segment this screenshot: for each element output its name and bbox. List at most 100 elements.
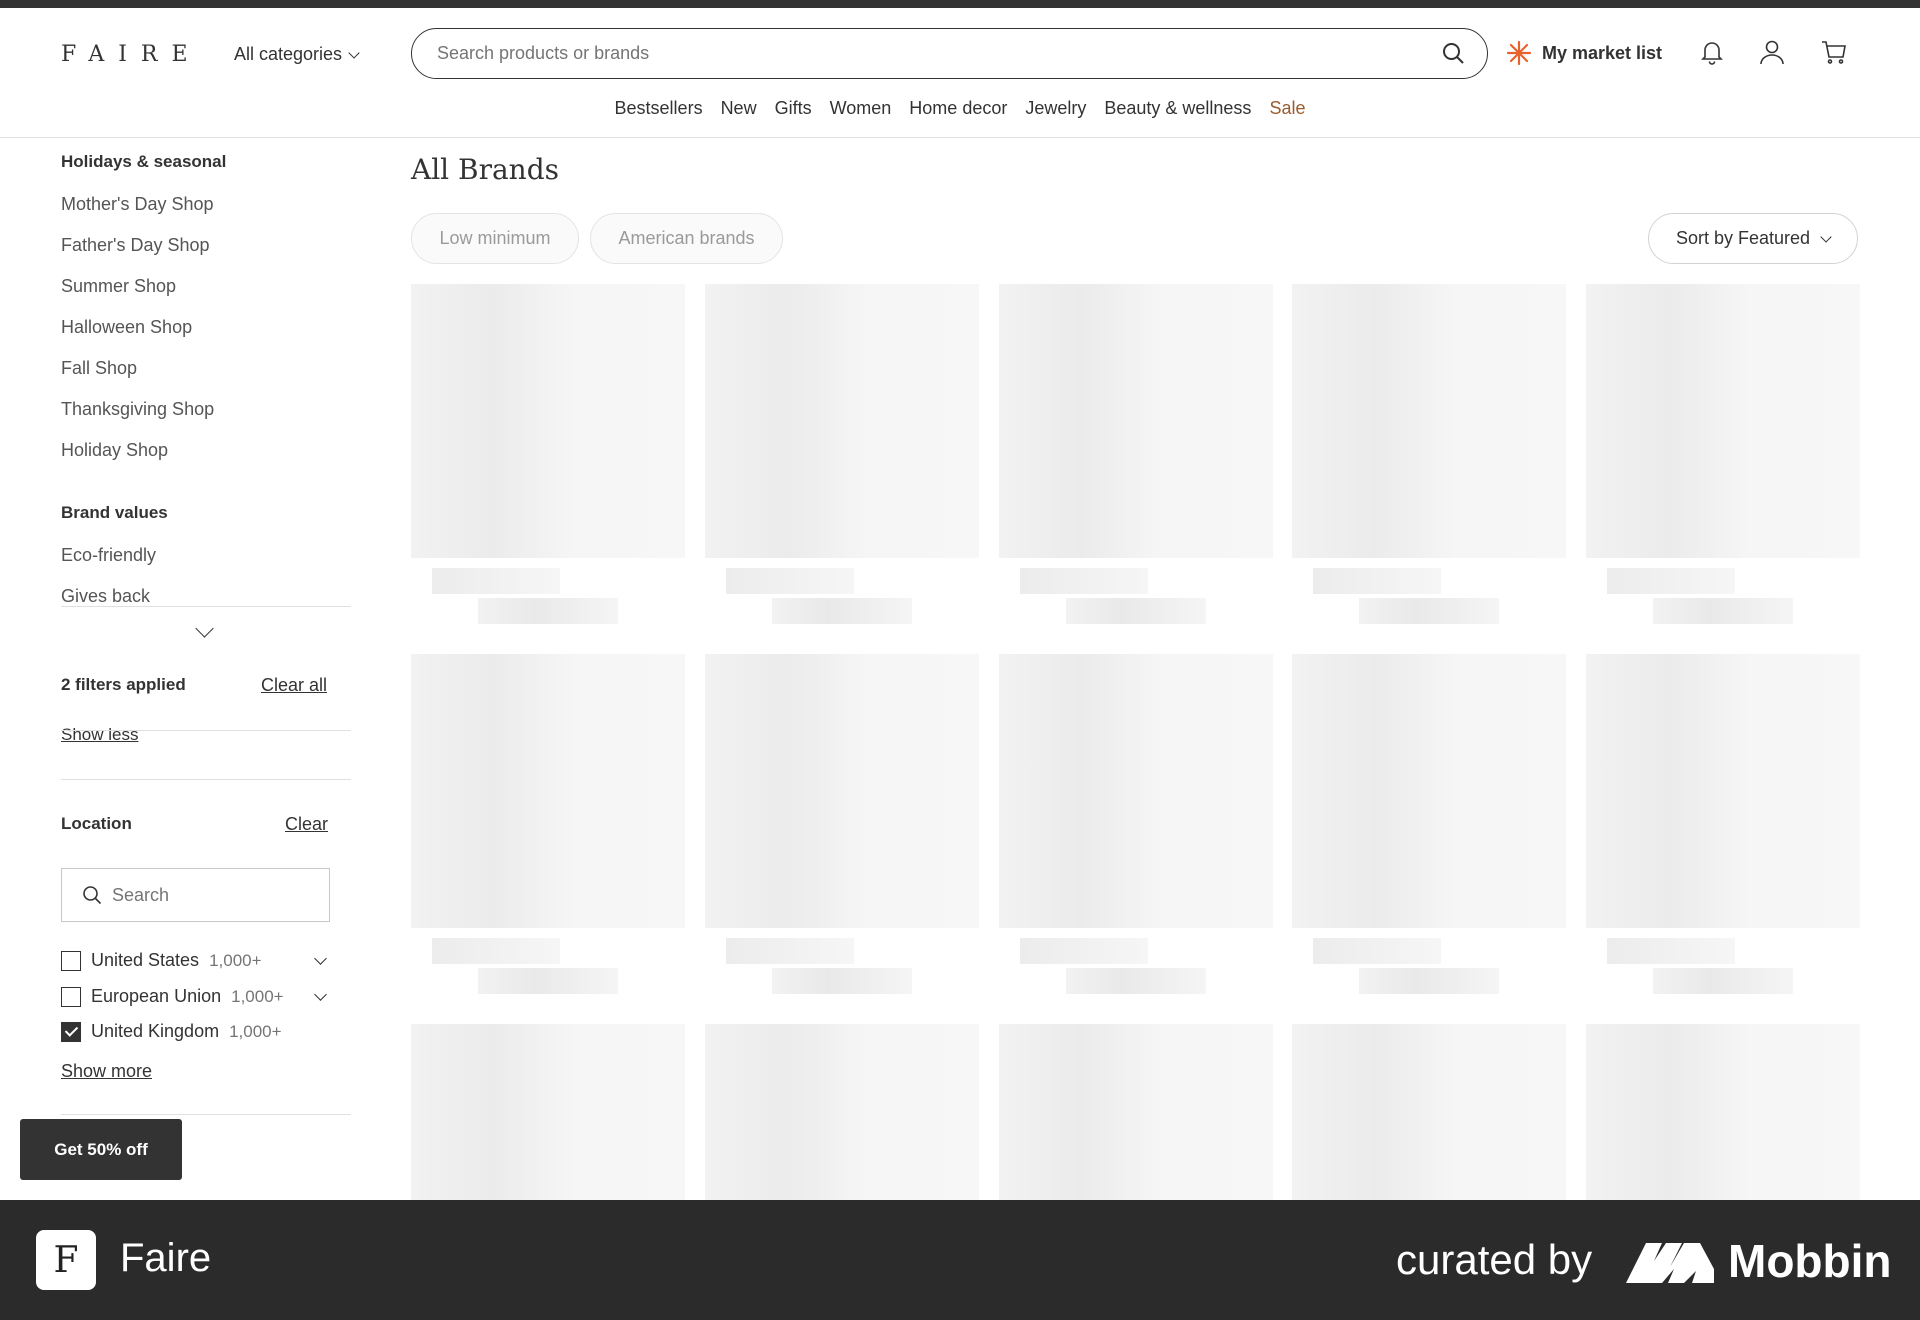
bell-icon[interactable] <box>1698 38 1726 66</box>
skeleton-line <box>478 598 618 624</box>
brand-card-skeleton <box>999 284 1273 558</box>
skeleton-line <box>772 968 912 994</box>
location-name: European Union <box>91 986 222 1006</box>
location-count: 1,000+ <box>229 1021 282 1041</box>
filters-applied-label: 2 filters applied <box>61 675 186 694</box>
skeleton-line <box>432 938 560 964</box>
app-name: Faire <box>120 1236 212 1280</box>
filter-holiday[interactable]: Holiday Shop <box>61 440 168 461</box>
filter-thanksgiving[interactable]: Thanksgiving Shop <box>61 399 214 420</box>
filter-gives-back[interactable]: Gives back <box>61 586 150 607</box>
brand-card-skeleton <box>1292 654 1566 928</box>
location-count: 1,000+ <box>209 950 262 970</box>
brand-card-skeleton <box>1292 284 1566 558</box>
skeleton-line <box>772 598 912 624</box>
skeleton-line <box>1607 568 1735 594</box>
brand-card-skeleton <box>1586 284 1860 558</box>
nav-gifts[interactable]: Gifts <box>775 98 812 119</box>
clear-all-link[interactable]: Clear all <box>261 675 327 696</box>
top-dark-bar <box>0 0 1920 8</box>
filter-summer[interactable]: Summer Shop <box>61 276 176 297</box>
brand-card-skeleton <box>999 654 1273 928</box>
divider <box>61 1114 351 1115</box>
all-categories-dropdown[interactable]: All categories <box>234 44 360 65</box>
skeleton-line <box>1066 598 1206 624</box>
nav-jewelry[interactable]: Jewelry <box>1025 98 1086 119</box>
skeleton-line <box>1313 938 1441 964</box>
checkbox[interactable] <box>61 950 81 971</box>
location-clear-link[interactable]: Clear <box>285 814 328 835</box>
nav-beauty-wellness[interactable]: Beauty & wellness <box>1104 98 1251 119</box>
promo-button[interactable]: Get 50% off <box>20 1119 182 1180</box>
checkbox[interactable] <box>61 986 81 1007</box>
all-categories-label: All categories <box>234 44 343 64</box>
skeleton-line <box>1653 968 1793 994</box>
location-title: Location <box>61 814 132 833</box>
skeleton-line <box>1020 568 1148 594</box>
brand-card-skeleton <box>705 654 979 928</box>
holidays-title: Holidays & seasonal <box>61 152 227 171</box>
nav-new[interactable]: New <box>721 98 757 119</box>
mobbin-brand: Mobbin <box>1626 1234 1892 1288</box>
chevron-down-icon[interactable] <box>314 988 327 1001</box>
faire-logo[interactable]: FAIRE <box>61 42 202 67</box>
nav-bestsellers[interactable]: Bestsellers <box>615 98 703 119</box>
account-icon[interactable] <box>1758 38 1786 66</box>
brand-card-skeleton <box>1292 1024 1566 1200</box>
location-name: United States <box>91 950 200 970</box>
brand-card-skeleton <box>411 1024 685 1200</box>
brand-card-skeleton <box>411 284 685 558</box>
chip-low-minimum[interactable]: Low minimum <box>411 213 579 264</box>
sort-label: Sort by Featured <box>1675 228 1811 248</box>
chevron-down-icon[interactable] <box>314 952 327 965</box>
chevron-down-icon[interactable] <box>195 619 214 638</box>
filter-fathers-day[interactable]: Father's Day Shop <box>61 235 210 256</box>
market-list-label: My market list <box>1542 42 1663 63</box>
nav-home-decor[interactable]: Home decor <box>909 98 1007 119</box>
header: FAIRE All categories My market list Best… <box>0 8 1920 138</box>
mobbin-name: Mobbin <box>1728 1235 1892 1287</box>
skeleton-line <box>726 568 854 594</box>
skeleton-line <box>478 968 618 994</box>
divider <box>61 606 351 607</box>
nav-women[interactable]: Women <box>830 98 892 119</box>
skeleton-line <box>1359 598 1499 624</box>
show-more-link[interactable]: Show more <box>61 1061 152 1082</box>
location-option-european-union[interactable]: European Union 1,000+ <box>61 986 284 1007</box>
market-list-button[interactable]: My market list <box>1506 40 1662 66</box>
location-option-united-kingdom[interactable]: United Kingdom 1,000+ <box>61 1021 282 1042</box>
skeleton-line <box>1653 598 1793 624</box>
sort-dropdown[interactable]: Sort by Featured <box>1648 213 1858 264</box>
mobbin-logo-icon <box>1626 1243 1714 1283</box>
brand-card-skeleton <box>705 284 979 558</box>
brand-card-skeleton <box>1586 654 1860 928</box>
location-count: 1,000+ <box>231 986 284 1006</box>
chip-american-brands[interactable]: American brands <box>590 213 783 264</box>
location-option-united-states[interactable]: United States 1,000+ <box>61 950 262 971</box>
skeleton-line <box>432 568 560 594</box>
chevron-down-icon <box>1820 230 1832 243</box>
show-less-link[interactable]: Show less <box>61 725 138 745</box>
skeleton-line <box>1607 938 1735 964</box>
location-search-input[interactable] <box>112 884 312 906</box>
skeleton-line <box>726 938 854 964</box>
location-name: United Kingdom <box>91 1021 220 1041</box>
cart-icon[interactable] <box>1820 38 1848 66</box>
filter-eco-friendly[interactable]: Eco-friendly <box>61 545 156 566</box>
skeleton-line <box>1066 968 1206 994</box>
search-bar <box>411 28 1488 79</box>
search-icon <box>83 886 102 905</box>
nav-sale[interactable]: Sale <box>1269 98 1305 119</box>
curated-by-label: curated by <box>1396 1236 1593 1283</box>
attribution-banner: F Faire curated by Mobbin <box>0 1200 1920 1320</box>
filter-fall[interactable]: Fall Shop <box>61 358 137 379</box>
filter-halloween[interactable]: Halloween Shop <box>61 317 192 338</box>
filters-sidebar: Holidays & seasonal Mother's Day Shop Fa… <box>61 139 351 1199</box>
checkbox-checked[interactable] <box>61 1021 81 1042</box>
location-search <box>61 868 330 922</box>
app-logo: F <box>36 1230 96 1290</box>
search-icon[interactable] <box>1441 41 1465 65</box>
filter-mothers-day[interactable]: Mother's Day Shop <box>61 194 214 215</box>
search-input[interactable] <box>437 43 1397 64</box>
brand-values-title: Brand values <box>61 503 168 522</box>
